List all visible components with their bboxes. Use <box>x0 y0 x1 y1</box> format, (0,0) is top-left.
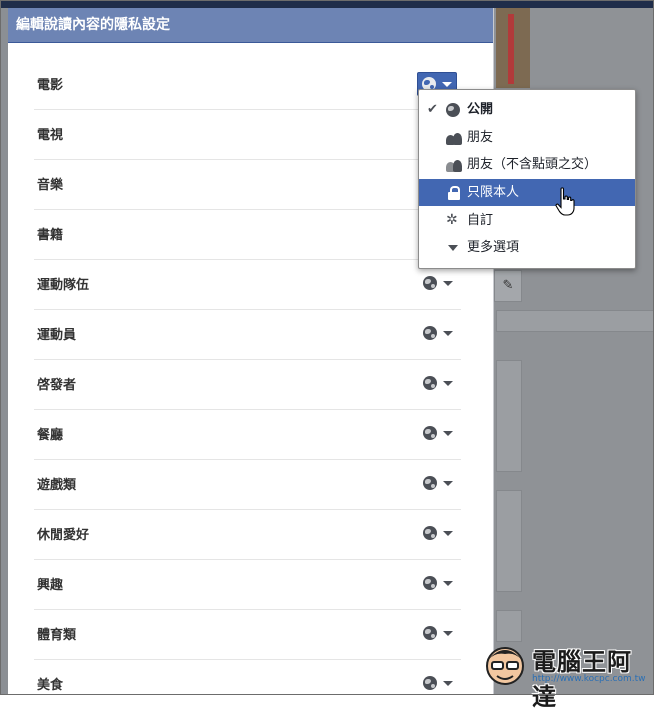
hand-cursor-icon <box>555 187 575 216</box>
background-card <box>496 360 522 472</box>
globe-icon <box>446 103 460 117</box>
chevron-down-icon <box>443 480 453 486</box>
privacy-selector-button[interactable] <box>419 472 457 494</box>
globe-icon <box>423 626 437 640</box>
check-icon: ✔ <box>427 102 438 117</box>
category-row: 音樂 <box>34 160 461 210</box>
chevron-down-icon <box>443 530 453 536</box>
dialog-title: 編輯說讀內容的隱私設定 <box>8 8 493 43</box>
chevron-down-icon <box>443 330 453 336</box>
privacy-selector-button[interactable] <box>419 422 457 444</box>
category-label: 體育類 <box>37 628 77 643</box>
category-label: 書籍 <box>37 228 64 243</box>
category-row: 興趣 <box>34 560 461 610</box>
chevron-down-icon <box>443 580 453 586</box>
privacy-selector-button[interactable] <box>419 572 457 594</box>
category-row: 運動隊伍 <box>34 260 461 310</box>
category-label: 運動員 <box>37 328 77 343</box>
menu-item-label: 朋友（不含點頭之交） <box>467 157 598 172</box>
category-row: 運動員 <box>34 310 461 360</box>
category-label: 電影 <box>37 78 64 93</box>
mascot-logo-icon <box>486 647 524 685</box>
privacy-selector-button[interactable] <box>419 372 457 394</box>
menu-item-label: 更多選項 <box>467 240 520 255</box>
category-label: 啓發者 <box>37 378 77 393</box>
category-row: 休閒愛好 <box>34 510 461 560</box>
category-label: 興趣 <box>37 578 64 593</box>
chevron-down-icon <box>443 630 453 636</box>
globe-icon <box>423 476 437 490</box>
background-photo-detail <box>508 14 514 84</box>
menu-item-label: 公開 <box>467 102 494 117</box>
chevron-down-icon <box>443 430 453 436</box>
menu-item-custom[interactable]: ✲ 自訂 <box>419 207 635 234</box>
privacy-selector-button[interactable] <box>419 522 457 544</box>
globe-icon <box>423 426 437 440</box>
category-row: 電影 <box>34 60 461 110</box>
category-label: 遊戲類 <box>37 478 77 493</box>
menu-item-friends[interactable]: 朋友 <box>419 124 635 151</box>
category-row: 書籍 <box>34 210 461 260</box>
watermark: 電腦王阿達 http://www.kocpc.com.tw <box>480 636 650 711</box>
globe-icon <box>423 276 437 290</box>
background-card <box>496 310 654 332</box>
chevron-down-icon <box>443 280 453 286</box>
menu-item-label: 只限本人 <box>467 185 520 200</box>
category-label: 餐廳 <box>37 428 64 443</box>
gear-icon: ✲ <box>446 212 458 228</box>
background-edit-icon: ✎ <box>494 270 522 302</box>
privacy-dropdown-menu: ✔ 公開 朋友 朋友（不含點頭之交） 只限本人 ✲ 自訂 更多選項 <box>418 89 636 269</box>
privacy-selector-button[interactable] <box>419 272 457 294</box>
privacy-selector-button[interactable] <box>419 322 457 344</box>
menu-item-public[interactable]: ✔ 公開 <box>419 96 635 123</box>
globe-icon <box>423 526 437 540</box>
category-row: 美食 <box>34 660 461 695</box>
menu-item-more-options[interactable]: 更多選項 <box>419 234 635 261</box>
watermark-url: http://www.kocpc.com.tw <box>532 674 646 684</box>
category-label: 音樂 <box>37 178 64 193</box>
privacy-selector-button[interactable] <box>419 672 457 694</box>
friends-except-icon <box>446 158 462 172</box>
caret-down-icon <box>448 245 458 251</box>
category-row: 餐廳 <box>34 410 461 460</box>
menu-item-label: 朋友 <box>467 130 494 145</box>
globe-icon <box>423 676 437 690</box>
background-card <box>496 490 522 592</box>
menu-item-only-me[interactable]: 只限本人 <box>419 179 635 206</box>
globe-icon <box>423 326 437 340</box>
category-label: 電視 <box>37 128 64 143</box>
category-row: 體育類 <box>34 610 461 660</box>
category-label: 美食 <box>37 678 64 693</box>
category-label: 休閒愛好 <box>37 528 90 543</box>
globe-icon <box>423 576 437 590</box>
category-row: 電視 <box>34 110 461 160</box>
category-row: 遊戲類 <box>34 460 461 510</box>
friends-icon <box>446 131 462 145</box>
globe-icon <box>423 376 437 390</box>
privacy-selector-button[interactable] <box>419 622 457 644</box>
lock-icon <box>448 186 460 200</box>
menu-item-friends-except-acquaintances[interactable]: 朋友（不含點頭之交） <box>419 151 635 178</box>
chevron-down-icon <box>443 680 453 686</box>
chevron-down-icon <box>442 81 452 87</box>
category-row: 啓發者 <box>34 360 461 410</box>
menu-item-label: 自訂 <box>467 213 494 228</box>
chevron-down-icon <box>443 380 453 386</box>
background-top-bar <box>0 0 654 8</box>
category-label: 運動隊伍 <box>37 278 90 293</box>
